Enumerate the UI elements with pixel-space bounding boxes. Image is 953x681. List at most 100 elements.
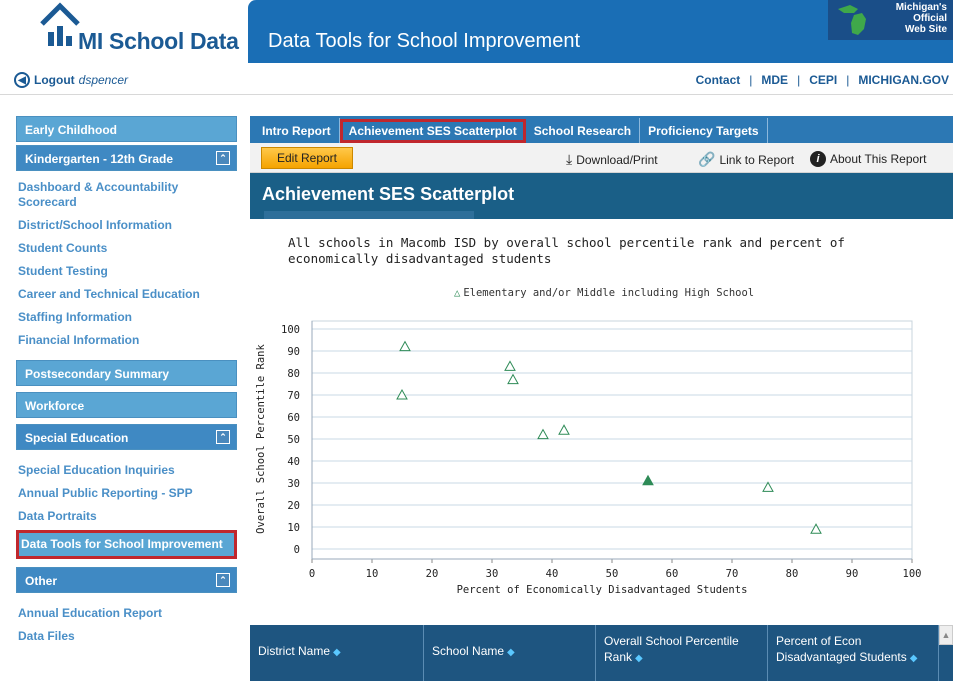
scroll-up-button[interactable]: ▲ xyxy=(939,625,953,645)
sort-icon[interactable]: ◆ xyxy=(910,653,918,664)
x-tick-label: 40 xyxy=(546,568,559,580)
scatterplot-svg: 0 10 20 30 40 50 60 70 80 90 100 0 10 20 30 40 50 60 70 80 9… xyxy=(255,320,922,596)
download-icon: ⤓ xyxy=(566,151,573,167)
link-michigan-gov[interactable]: MICHIGAN.GOV xyxy=(858,73,949,87)
x-tick-label: 30 xyxy=(486,568,499,580)
link-label: Link to Report xyxy=(719,152,795,167)
username: dspencer xyxy=(78,73,129,87)
column-label: Percent of Econ Disadvantaged Students xyxy=(776,634,907,664)
back-arrow-icon: ◀ xyxy=(14,72,30,88)
sub-navigation: ◀ Logout dspencer Contact | MDE | CEPI |… xyxy=(0,63,953,95)
column-header-econ-disadvantaged[interactable]: Percent of Econ Disadvantaged Students ◆ xyxy=(768,625,939,681)
y-tick-label: 60 xyxy=(287,412,300,424)
link-cepi[interactable]: CEPI xyxy=(809,73,837,87)
about-report-link[interactable]: i About This Report xyxy=(810,151,927,167)
sort-icon[interactable]: ◆ xyxy=(333,647,341,658)
tab-intro-report[interactable]: Intro Report xyxy=(254,118,340,143)
sidebar-item-financial[interactable]: Financial Information xyxy=(18,331,237,354)
y-axis-label: Overall School Percentile Rank xyxy=(255,344,267,534)
edit-report-button[interactable]: Edit Report xyxy=(261,147,353,169)
michigan-official-badge[interactable]: Michigan's Official Web Site xyxy=(828,0,953,40)
report-title: Achievement SES Scatterplot xyxy=(262,184,515,204)
sidebar-item-data-files[interactable]: Data Files xyxy=(18,627,237,650)
collapse-icon[interactable]: ⌃ xyxy=(216,151,230,165)
info-icon: i xyxy=(810,151,826,167)
sort-icon[interactable]: ◆ xyxy=(635,653,643,664)
y-tick-label: 70 xyxy=(287,390,300,402)
badge-line-1: Michigan's xyxy=(895,2,947,13)
school-house-icon xyxy=(40,2,80,46)
sidebar-section-early-childhood[interactable]: Early Childhood xyxy=(16,116,237,142)
y-tick-label: 10 xyxy=(287,522,300,534)
sidebar-item-student-counts[interactable]: Student Counts xyxy=(18,239,237,262)
logo[interactable]: MI School Data xyxy=(10,0,248,63)
tab-school-research[interactable]: School Research xyxy=(526,118,641,143)
app-title: Data Tools for School Improvement xyxy=(268,30,581,52)
sidebar-item-staffing[interactable]: Staffing Information xyxy=(18,308,237,331)
site-header: MI School Data Data Tools for School Imp… xyxy=(0,0,953,63)
section-label: Other xyxy=(25,574,58,588)
section-label: Kindergarten - 12th Grade xyxy=(25,152,174,166)
sidebar-item-annual-education-report[interactable]: Annual Education Report xyxy=(18,604,237,627)
x-tick-label: 50 xyxy=(606,568,619,580)
sidebar-item-data-tools[interactable]: Data Tools for School Improvement xyxy=(16,530,237,559)
sidebar-section-postsecondary[interactable]: Postsecondary Summary xyxy=(16,360,237,386)
x-tick-label: 100 xyxy=(903,568,922,580)
logout-label: Logout xyxy=(34,73,75,87)
michigan-map-icon xyxy=(838,5,866,35)
column-header-percentile-rank[interactable]: Overall School Percentile Rank ◆ xyxy=(596,625,768,681)
download-print-link[interactable]: ⤓ Download/Print xyxy=(566,151,658,168)
paperclip-icon: 🔗 xyxy=(698,151,716,167)
section-label: Early Childhood xyxy=(25,123,118,137)
collapse-icon[interactable]: ⌃ xyxy=(216,430,230,444)
section-label: Workforce xyxy=(25,399,85,413)
link-mde[interactable]: MDE xyxy=(761,73,788,87)
top-links: Contact | MDE | CEPI | MICHIGAN.GOV xyxy=(696,73,949,87)
tab-proficiency-targets[interactable]: Proficiency Targets xyxy=(640,118,768,143)
section-label: Postsecondary Summary xyxy=(25,367,170,381)
logo-text: MI School Data xyxy=(78,28,239,54)
sidebar-item-annual-public-reporting[interactable]: Annual Public Reporting - SPP xyxy=(18,484,237,507)
sidebar-section-other[interactable]: Other ⌃ xyxy=(16,567,237,593)
column-header-district[interactable]: District Name ◆ xyxy=(250,625,424,681)
about-label: About This Report xyxy=(830,152,927,166)
sidebar-item-district-school-info[interactable]: District/School Information xyxy=(18,216,237,239)
main-content: Intro Report Achievement SES Scatterplot… xyxy=(250,116,953,681)
sidebar-section-special-education[interactable]: Special Education ⌃ xyxy=(16,424,237,450)
report-toolbar: Edit Report ⤓ Download/Print 🔗 Link to R… xyxy=(250,143,953,173)
y-tick-label: 80 xyxy=(287,368,300,380)
x-tick-label: 90 xyxy=(846,568,859,580)
sidebar-item-student-testing[interactable]: Student Testing xyxy=(18,262,237,285)
sidebar-item-dashboard[interactable]: Dashboard & Accountability Scorecard xyxy=(18,178,237,216)
badge-line-2: Official xyxy=(913,13,947,24)
logout-link[interactable]: ◀ Logout dspencer xyxy=(14,72,128,88)
x-tick-label: 80 xyxy=(786,568,799,580)
sidebar-item-data-portraits[interactable]: Data Portraits xyxy=(18,507,237,530)
tab-achievement-ses-scatterplot[interactable]: Achievement SES Scatterplot xyxy=(339,119,526,143)
sidebar-list-other: Annual Education Report Data Files xyxy=(16,596,237,656)
scatterplot-chart: All schools in Macomb ISD by overall sch… xyxy=(250,219,953,609)
y-tick-label: 30 xyxy=(287,478,300,490)
download-label: Download/Print xyxy=(576,152,658,167)
x-tick-label: 10 xyxy=(366,568,379,580)
sidebar-section-workforce[interactable]: Workforce xyxy=(16,392,237,418)
title-underline xyxy=(264,211,474,219)
y-tick-label: 20 xyxy=(287,500,300,512)
badge-line-3: Web Site xyxy=(904,24,947,35)
badge-text: Michigan's Official Web Site xyxy=(896,2,947,35)
app-title-bar: Data Tools for School Improvement Michig… xyxy=(248,0,953,63)
link-to-report[interactable]: 🔗 Link to Report xyxy=(698,151,794,168)
x-axis-label: Percent of Economically Disadvantaged St… xyxy=(457,584,748,596)
y-tick-label: 0 xyxy=(294,544,300,556)
sidebar-item-career-technical[interactable]: Career and Technical Education xyxy=(18,285,237,308)
x-tick-label: 60 xyxy=(666,568,679,580)
collapse-icon[interactable]: ⌃ xyxy=(216,573,230,587)
sidebar-item-special-ed-inquiries[interactable]: Special Education Inquiries xyxy=(18,461,237,484)
results-table-header: District Name ◆ School Name ◆ Overall Scho… xyxy=(250,625,953,681)
column-label: District Name xyxy=(258,644,331,658)
sort-icon[interactable]: ◆ xyxy=(507,647,515,658)
report-tabs: Intro Report Achievement SES Scatterplot… xyxy=(250,116,953,143)
column-header-school[interactable]: School Name ◆ xyxy=(424,625,596,681)
sidebar-section-k12[interactable]: Kindergarten - 12th Grade ⌃ xyxy=(16,145,237,171)
link-contact[interactable]: Contact xyxy=(696,73,741,87)
